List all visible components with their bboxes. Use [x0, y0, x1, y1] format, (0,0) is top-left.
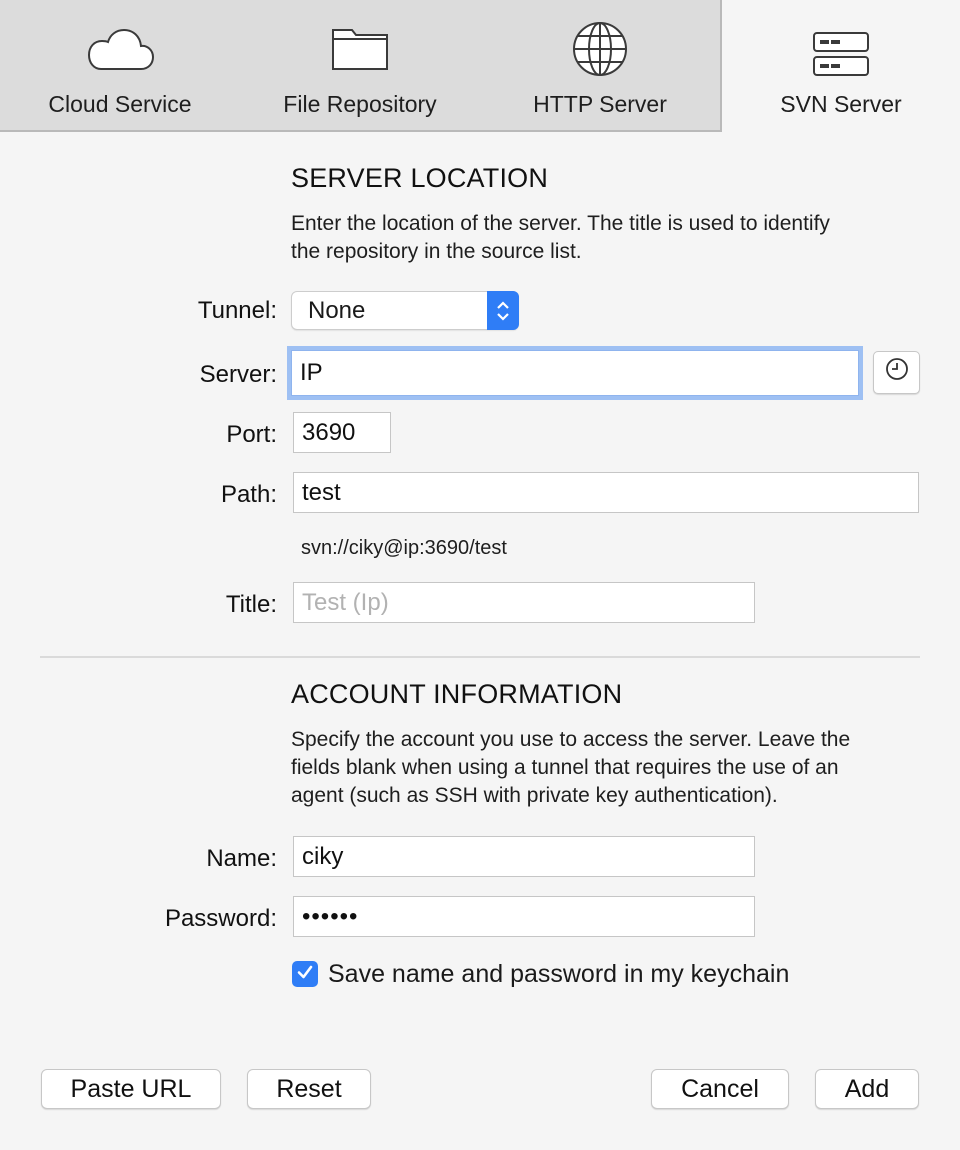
- server-icon: [811, 22, 871, 85]
- server-location-description: Enter the location of the server. The ti…: [291, 210, 830, 266]
- path-label: Path:: [220, 481, 277, 508]
- clock-icon: [885, 357, 909, 388]
- tab-svn-server[interactable]: SVN Server: [720, 0, 960, 132]
- section-divider: [40, 656, 920, 658]
- cancel-button[interactable]: Cancel: [651, 1069, 789, 1109]
- description-line: fields blank when using a tunnel that re…: [291, 756, 839, 779]
- name-input-value: ciky: [302, 842, 344, 870]
- description-line: the repository in the source list.: [291, 240, 582, 263]
- server-label: Server:: [199, 361, 277, 388]
- server-input-value: IP: [300, 359, 323, 386]
- keychain-label[interactable]: Save name and password in my keychain: [328, 960, 789, 989]
- cloud-icon: [85, 22, 155, 79]
- title-input[interactable]: Test (Ip): [293, 582, 755, 623]
- tab-label: Cloud Service: [48, 91, 192, 117]
- paste-url-button[interactable]: Paste URL: [41, 1069, 221, 1109]
- account-description: Specify the account you use to access th…: [291, 726, 850, 810]
- password-label: Password:: [164, 905, 277, 932]
- chevron-updown-icon: [487, 291, 519, 330]
- name-input[interactable]: ciky: [293, 836, 755, 877]
- description-line: Enter the location of the server. The ti…: [291, 212, 830, 235]
- title-label: Title:: [225, 591, 277, 618]
- title-input-placeholder: Test (Ip): [302, 588, 389, 616]
- tab-http-server[interactable]: HTTP Server: [480, 0, 720, 130]
- url-preview: svn://ciky@ip:3690/test: [301, 537, 507, 559]
- folder-icon: [330, 22, 390, 77]
- password-input-value: ••••••: [302, 902, 359, 930]
- checkmark-icon: [296, 963, 314, 986]
- path-input[interactable]: test: [293, 472, 919, 513]
- password-input[interactable]: ••••••: [293, 896, 755, 937]
- tab-label: HTTP Server: [533, 91, 667, 117]
- tab-bar: Cloud Service File Repository HTTP Serve…: [0, 0, 960, 132]
- tab-file-repository[interactable]: File Repository: [240, 0, 480, 130]
- tab-cloud-service[interactable]: Cloud Service: [0, 0, 240, 130]
- port-input[interactable]: 3690: [293, 412, 391, 453]
- description-line: agent (such as SSH with private key auth…: [291, 784, 778, 807]
- port-label: Port:: [226, 421, 277, 448]
- recent-servers-button[interactable]: [873, 351, 920, 394]
- port-input-value: 3690: [302, 418, 356, 446]
- globe-icon: [571, 22, 629, 83]
- tab-label: File Repository: [283, 91, 437, 117]
- tunnel-select-value: None: [308, 296, 366, 324]
- tunnel-label: Tunnel:: [197, 297, 277, 324]
- tab-label: SVN Server: [780, 91, 902, 117]
- keychain-checkbox[interactable]: [292, 961, 318, 987]
- tunnel-select[interactable]: None: [291, 291, 519, 330]
- add-button[interactable]: Add: [815, 1069, 919, 1109]
- server-location-heading: SERVER LOCATION: [291, 163, 549, 193]
- description-line: Specify the account you use to access th…: [291, 728, 851, 751]
- reset-button[interactable]: Reset: [247, 1069, 371, 1109]
- path-input-value: test: [302, 478, 341, 506]
- account-heading: ACCOUNT INFORMATION: [291, 679, 623, 709]
- server-input[interactable]: IP: [291, 350, 859, 396]
- name-label: Name:: [206, 845, 277, 872]
